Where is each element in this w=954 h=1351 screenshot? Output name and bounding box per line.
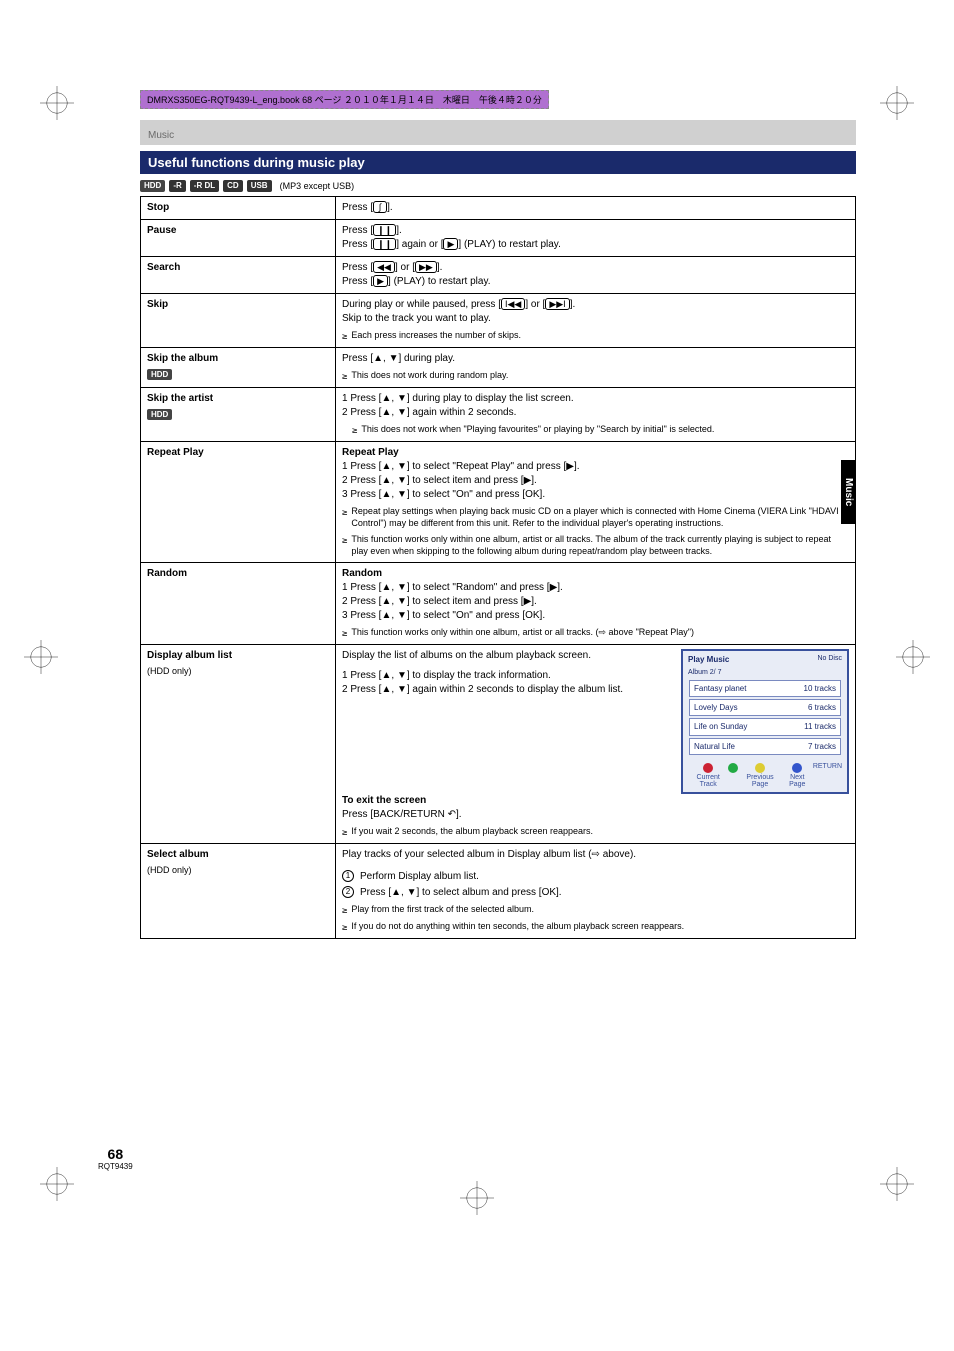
row-search: Search Press [◀◀] or [▶▶]. Press [▶] (PL…	[141, 256, 856, 293]
screen-row: Fantasy planet10 tracks	[689, 680, 841, 697]
tag-r: -R	[169, 180, 185, 192]
yellow-button-icon	[755, 763, 765, 773]
content-repeat-play: Repeat Play 1 Press [▲, ▼] to select "Re…	[336, 441, 856, 562]
operations-table: Stop Press [∫]. Pause Press [❙❙]. Press …	[140, 196, 856, 939]
cropmark-bottom-center	[460, 1181, 494, 1215]
bullet-icon	[342, 369, 347, 383]
pause-icon: ❙❙	[373, 238, 396, 251]
disc-compatibility-tags: HDD -R -R DL CD USB (MP3 except USB)	[140, 180, 856, 192]
content-skip-album: Press [▲, ▼] during play. This does not …	[336, 347, 856, 387]
tag-hdd: HDD	[140, 180, 165, 192]
row-skip-album: Skip the album HDD Press [▲, ▼] during p…	[141, 347, 856, 387]
screen-preview: Play Music No Disc Album 2/ 7 Fantasy pl…	[681, 649, 849, 794]
content-skip: During play or while paused, press [I◀◀]…	[336, 293, 856, 347]
source-file-note: DMRXS350EG-RQT9439-L_eng.book 68 ページ ２０１…	[140, 90, 549, 109]
row-display-album-list: Display album list (HDD only) Play Music…	[141, 644, 856, 843]
row-repeat-play: Repeat Play Repeat Play 1 Press [▲, ▼] t…	[141, 441, 856, 562]
label-pause: Pause	[141, 219, 336, 256]
fastforward-icon: ▶▶	[415, 261, 437, 274]
row-skip-artist: Skip the artist HDD 1 Press [▲, ▼] durin…	[141, 387, 856, 441]
play-icon: ▶	[443, 238, 458, 251]
step-number-icon: 2	[342, 886, 354, 898]
bullet-icon	[352, 423, 357, 437]
label-skip-artist: Skip the artist HDD	[141, 387, 336, 441]
bullet-icon	[342, 903, 347, 917]
skip-forward-icon: ▶▶I	[545, 298, 569, 311]
screen-row: Natural Life7 tracks	[689, 738, 841, 755]
step-number-icon: 1	[342, 870, 354, 882]
stop-icon: ∫	[373, 201, 387, 214]
label-skip-album: Skip the album HDD	[141, 347, 336, 387]
screen-count: Album 2/ 7	[683, 668, 847, 678]
row-stop: Stop Press [∫].	[141, 196, 856, 219]
label-repeat-play: Repeat Play	[141, 441, 336, 562]
tag-cd: CD	[223, 180, 243, 192]
label-skip: Skip	[141, 293, 336, 347]
section-category: Music	[140, 120, 856, 145]
content-select-album: Play tracks of your selected album in Di…	[336, 843, 856, 938]
down-icon: ▼	[389, 353, 399, 364]
label-display-album-list: Display album list (HDD only)	[141, 644, 336, 843]
up-icon: ▲	[373, 353, 383, 364]
row-skip: Skip During play or while paused, press …	[141, 293, 856, 347]
bullet-icon	[342, 505, 347, 519]
bullet-icon	[342, 626, 347, 640]
bullet-icon	[342, 920, 347, 934]
screen-title: Play Music	[688, 654, 729, 665]
skip-back-icon: I◀◀	[501, 298, 525, 311]
play-icon: ▶	[373, 275, 388, 288]
content-random: Random 1 Press [▲, ▼] to select "Random"…	[336, 562, 856, 644]
bullet-icon	[342, 533, 347, 547]
screen-row: Life on Sunday11 tracks	[689, 718, 841, 735]
section-title: Useful functions during music play	[140, 151, 856, 174]
label-select-album: Select album (HDD only)	[141, 843, 336, 938]
tag-usb: USB	[247, 180, 272, 192]
screen-row: Lovely Days6 tracks	[689, 699, 841, 716]
bullet-icon	[342, 825, 347, 839]
content-search: Press [◀◀] or [▶▶]. Press [▶] (PLAY) to …	[336, 256, 856, 293]
tag-condition-text: (MP3 except USB)	[280, 181, 355, 191]
pause-icon: ❙❙	[373, 224, 396, 237]
tag-rdl: -R DL	[190, 180, 219, 192]
screen-return: RETURN	[813, 763, 842, 788]
red-button-icon	[703, 763, 713, 773]
cropmark-bottom-left	[40, 1167, 74, 1201]
row-pause: Pause Press [❙❙]. Press [❙❙] again or [▶…	[141, 219, 856, 256]
green-button-icon	[728, 763, 738, 773]
side-tab-music: Music	[841, 460, 856, 524]
row-random: Random Random 1 Press [▲, ▼] to select "…	[141, 562, 856, 644]
bullet-icon	[342, 329, 347, 343]
page-number-block: 68 RQT9439	[98, 1146, 133, 1171]
screen-disc-status: No Disc	[817, 654, 842, 665]
cropmark-bottom-right	[880, 1167, 914, 1201]
label-search: Search	[141, 256, 336, 293]
content-display-album-list: Play Music No Disc Album 2/ 7 Fantasy pl…	[336, 644, 856, 843]
label-stop: Stop	[141, 196, 336, 219]
content-skip-artist: 1 Press [▲, ▼] during play to display th…	[336, 387, 856, 441]
rewind-icon: ◀◀	[373, 261, 395, 274]
label-random: Random	[141, 562, 336, 644]
row-select-album: Select album (HDD only) Play tracks of y…	[141, 843, 856, 938]
content-stop: Press [∫].	[336, 196, 856, 219]
screen-footer: Current Track Previous Page Next Page RE…	[683, 763, 847, 792]
blue-button-icon	[792, 763, 802, 773]
content-pause: Press [❙❙]. Press [❙❙] again or [▶] (PLA…	[336, 219, 856, 256]
